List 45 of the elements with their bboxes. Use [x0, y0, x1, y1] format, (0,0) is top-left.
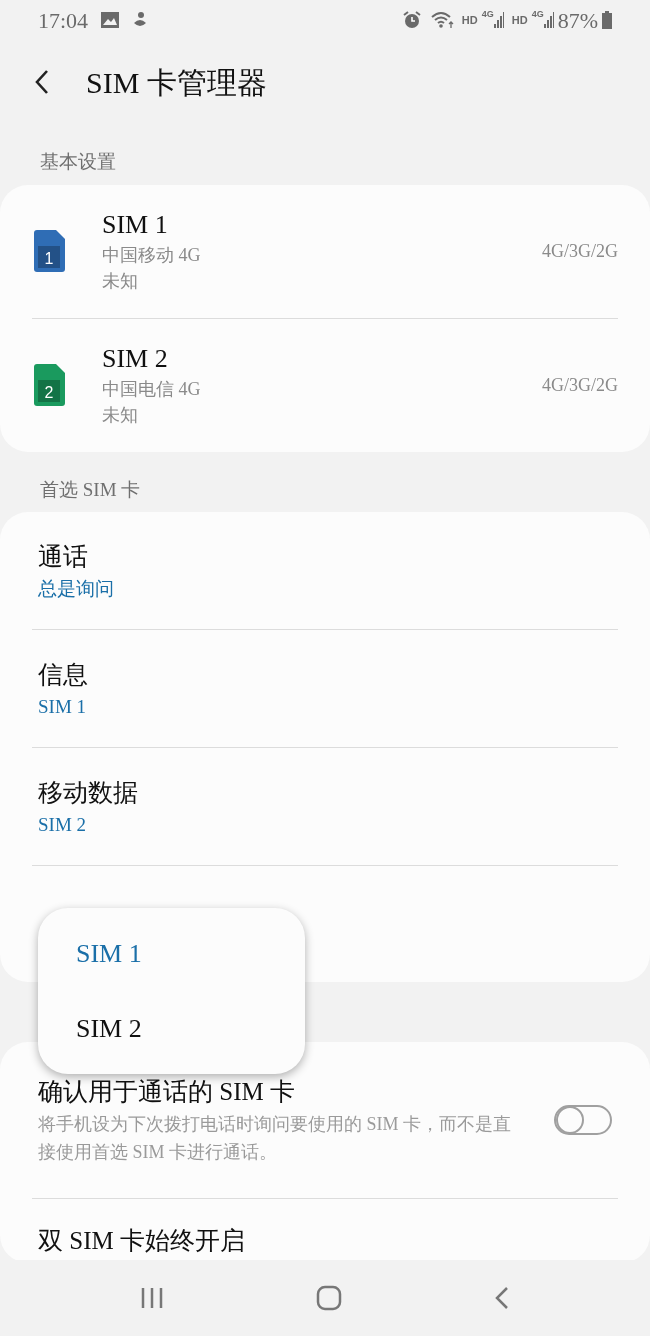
- status-label: 未知: [102, 404, 139, 427]
- preference-label: 信息: [38, 659, 89, 690]
- network-label: HD: [461, 12, 478, 28]
- network-mode-label: 4G/3G/2G: [542, 239, 618, 263]
- sim-row[interactable]: 2 SIM 2 中国电信 4G 未知 4G/3G/2G: [0, 318, 650, 452]
- setting-description: 将手机设为下次拨打电话时询问要使用的 SIM 卡，而不是直接使用首选 SIM 卡进行通话。: [38, 1113, 512, 1164]
- back-icon[interactable]: [34, 69, 50, 95]
- wifi-icon: [429, 11, 454, 29]
- status-label: 未知: [102, 270, 139, 293]
- network-type-label: 4G: [531, 8, 544, 21]
- setting-label: 双 SIM 卡始终开启: [38, 1226, 246, 1256]
- recent-apps-icon[interactable]: [140, 1287, 164, 1309]
- sim-name: SIM 2: [102, 343, 169, 375]
- sim-name: SIM 1: [102, 209, 169, 241]
- menu-option[interactable]: SIM 1: [38, 916, 305, 991]
- section-title: 基本设置: [39, 150, 117, 174]
- sim-card-icon: 1: [32, 229, 66, 273]
- carrier-label: 中国电信 4G: [102, 378, 202, 401]
- section-title: 首选 SIM 卡: [39, 477, 142, 502]
- signal-icon: [543, 12, 554, 28]
- alarm-icon: [401, 10, 422, 30]
- preference-row[interactable]: 通话 总是询问: [0, 512, 650, 629]
- battery-icon: [602, 11, 612, 29]
- preference-value: 总是询问: [38, 576, 115, 601]
- switch-row[interactable]: 双 SIM 卡始终开启: [0, 1199, 650, 1263]
- preference-label: 通话: [38, 541, 89, 572]
- network-mode-label: 4G/3G/2G: [542, 373, 618, 397]
- preference-row[interactable]: 信息 SIM 1: [0, 630, 650, 747]
- signal-icon: [493, 12, 504, 28]
- page-title: SIM 卡管理器: [86, 64, 267, 101]
- preference-label: 移动数据: [38, 777, 139, 808]
- network-label: HD: [511, 12, 528, 28]
- sim-row[interactable]: 1 SIM 1 中国移动 4G 未知 4G/3G/2G: [0, 184, 650, 318]
- sim-card-icon: 2: [32, 363, 66, 407]
- toggle-switch[interactable]: [554, 1105, 612, 1135]
- home-icon[interactable]: [316, 1285, 342, 1311]
- carrier-label: 中国移动 4G: [102, 244, 202, 267]
- network-type-label: 4G: [481, 8, 494, 21]
- image-icon: [100, 11, 121, 29]
- battery-percentage: 87%: [557, 6, 598, 35]
- preference-row[interactable]: 移动数据 SIM 2: [0, 748, 650, 865]
- setting-label: 确认用于通话的 SIM 卡: [38, 1077, 296, 1107]
- preference-value: SIM 1: [38, 694, 88, 719]
- clock: 17:04: [38, 6, 89, 35]
- preference-value: SIM 2: [38, 812, 88, 837]
